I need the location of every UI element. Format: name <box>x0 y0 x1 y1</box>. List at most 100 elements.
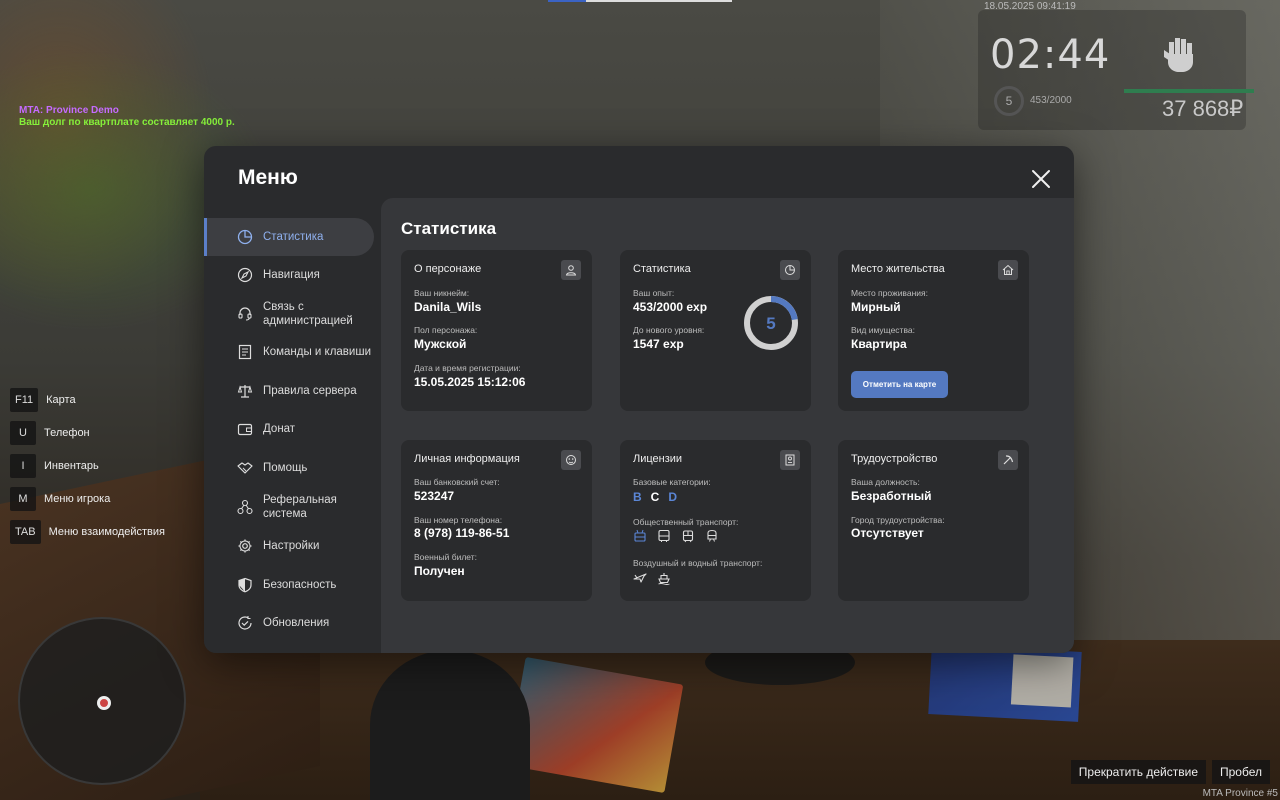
license-category-d: D <box>668 490 678 504</box>
sidebar-item-contact-admin[interactable]: Связь с администрацией <box>204 298 374 330</box>
refresh-check-icon <box>238 616 252 630</box>
card-icon-box <box>998 260 1018 280</box>
statistics-panel: Статистика О персонаже Ваш никнейм: Dani… <box>381 198 1074 653</box>
sidebar-item-rules[interactable]: Правила сервера <box>204 381 374 401</box>
field-label: Дата и время регистрации: <box>414 363 521 373</box>
sidebar-item-label: Настройки <box>263 540 320 552</box>
sidebar-item-commands[interactable]: Команды и клавиши <box>204 342 374 362</box>
sidebar-item-statistics[interactable]: Статистика <box>204 218 374 256</box>
field-label: Город трудоустройства: <box>851 515 945 525</box>
sidebar-item-settings[interactable]: Настройки <box>204 536 374 556</box>
card-icon-box <box>780 260 800 280</box>
background-book <box>928 644 1082 722</box>
key-label: M <box>10 487 36 511</box>
keybind-interaction-menu[interactable]: TAB Меню взаимодействия <box>10 520 165 544</box>
scales-icon <box>237 385 253 398</box>
card-icon-box <box>561 450 581 470</box>
ship-icon <box>658 573 670 585</box>
field-label: Ваш банковский счет: <box>414 477 500 487</box>
menu-title: Меню <box>238 166 298 189</box>
next-level-value: 1547 exp <box>633 337 684 351</box>
sidebar-item-label: Статистика <box>263 231 324 243</box>
sidebar-item-security[interactable]: Безопасность <box>204 575 374 595</box>
menu-sidebar: Статистика Навигация Связь с администраци… <box>204 218 381 653</box>
keybind-inventory[interactable]: I Инвентарь <box>10 454 165 478</box>
sidebar-item-label: Правила сервера <box>263 385 357 397</box>
card-employment: Трудоустройство Ваша должность: Безработ… <box>838 440 1029 601</box>
air-water-licenses <box>633 571 671 585</box>
field-label: Воздушный и водный транспорт: <box>633 558 763 568</box>
keybind-label: Меню игрока <box>44 493 111 505</box>
keybind-map[interactable]: F11 Карта <box>10 388 165 412</box>
chat-box: MTA: Province Demo Ваш долг по квартплат… <box>19 105 235 129</box>
hud-level: 5 <box>994 86 1024 116</box>
mark-on-map-button[interactable]: Отметить на карте <box>851 371 948 398</box>
sidebar-item-label: Безопасность <box>263 579 337 591</box>
tram-icon <box>682 530 694 543</box>
card-title: Лицензии <box>633 453 683 465</box>
bus-icon <box>658 529 670 542</box>
content-title: Статистика <box>401 219 497 238</box>
card-personal: Личная информация Ваш банковский счет: 5… <box>401 440 592 601</box>
stop-action-label: Прекратить действие <box>1070 760 1206 784</box>
license-category-c: C <box>650 490 660 504</box>
nickname-value: Danila_Wils <box>414 300 482 314</box>
sidebar-item-label: Команды и клавиши <box>263 346 371 358</box>
field-label: Пол персонажа: <box>414 325 478 335</box>
key-label: U <box>10 421 36 445</box>
hud-money: 37 868₽ <box>1162 96 1244 121</box>
sidebar-item-help[interactable]: Помощь <box>204 458 374 478</box>
minimap[interactable] <box>18 617 186 785</box>
keybind-phone[interactable]: U Телефон <box>10 421 165 445</box>
shield-icon <box>238 577 252 593</box>
compass-icon <box>237 267 253 283</box>
license-category-b: B <box>633 490 642 504</box>
card-residence: Место жительства Место проживания: Мирны… <box>838 250 1029 411</box>
sidebar-item-label: Помощь <box>263 462 308 474</box>
field-label: Военный билет: <box>414 552 478 562</box>
keybind-label: Меню взаимодействия <box>48 526 165 538</box>
public-transport-licenses <box>633 529 719 543</box>
handshake-icon <box>237 462 253 474</box>
card-title: Статистика <box>633 263 691 275</box>
chat-line: Ваш долг по квартплате составляет 4000 р… <box>19 117 235 128</box>
license-categories: B C D <box>633 490 677 504</box>
close-icon[interactable] <box>1030 168 1052 190</box>
house-icon <box>1002 264 1014 275</box>
player-menu-window: Меню Статистика Навигация Связь с админис… <box>204 146 1074 653</box>
field-label: Ваш никнейм: <box>414 288 470 298</box>
sidebar-item-navigation[interactable]: Навигация <box>204 265 374 285</box>
hud-datetime: 18.05.2025 09:41:19 <box>984 1 1076 12</box>
license-icon <box>785 454 795 466</box>
metro-icon <box>707 529 717 542</box>
fist-icon <box>1164 38 1193 72</box>
exp-value: 453/2000 exp <box>633 300 708 314</box>
field-label: Ваш номер телефона: <box>414 515 503 525</box>
hud-xp: 453/2000 <box>1030 95 1072 106</box>
sidebar-item-label: Донат <box>263 423 296 435</box>
gender-value: Мужской <box>414 337 467 351</box>
plane-icon <box>633 573 647 583</box>
card-stats: Статистика Ваш опыт: 453/2000 exp До нов… <box>620 250 811 411</box>
sidebar-item-label: Обновления <box>263 617 330 629</box>
field-label: Вид имущества: <box>851 325 915 335</box>
sidebar-item-donate[interactable]: Донат <box>204 419 374 439</box>
wallet-icon <box>237 423 253 436</box>
pie-chart-icon <box>237 229 253 245</box>
property-type-value: Квартира <box>851 337 907 351</box>
top-progress-bar <box>548 0 732 2</box>
card-icon-box <box>998 450 1018 470</box>
player-marker <box>97 696 111 710</box>
badge-icon <box>566 455 576 465</box>
document-icon <box>238 344 252 360</box>
job-value: Безработный <box>851 489 932 503</box>
sidebar-item-updates[interactable]: Обновления <box>204 613 374 633</box>
key-label: TAB <box>10 520 41 544</box>
sidebar-item-referral[interactable]: Реферальная система <box>204 491 374 523</box>
level-progress-ring: 5 <box>744 296 798 350</box>
key-label: F11 <box>10 388 39 412</box>
field-label: Место проживания: <box>851 288 928 298</box>
keybind-player-menu[interactable]: M Меню игрока <box>10 487 165 511</box>
space-key-label[interactable]: Пробел <box>1212 760 1270 784</box>
card-character: О персонаже Ваш никнейм: Danila_Wils Пол… <box>401 250 592 411</box>
